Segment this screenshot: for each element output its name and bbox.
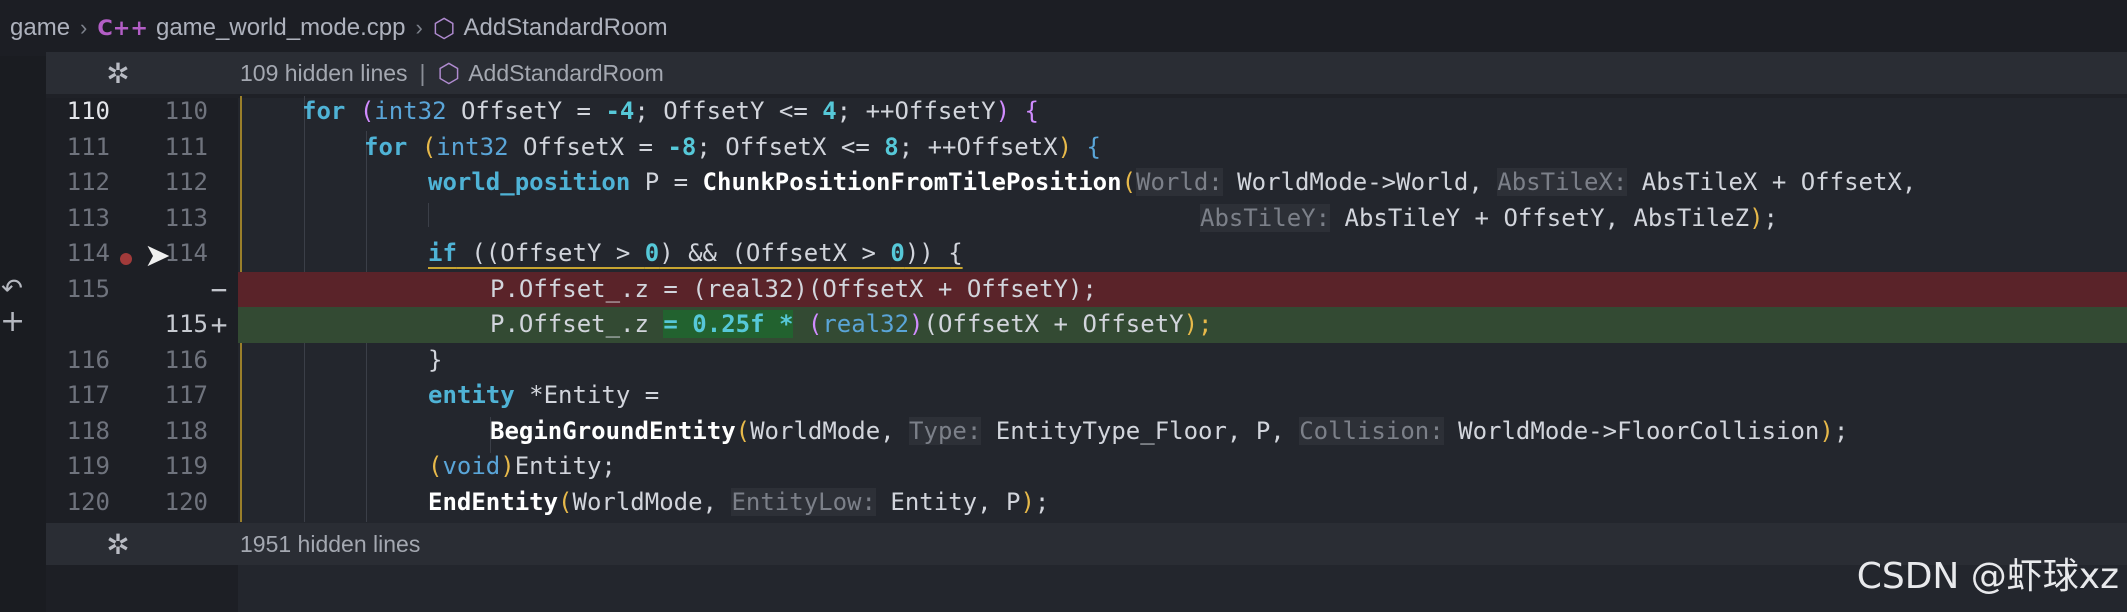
code-text[interactable]: for (int32 OffsetX = -8; OffsetX <= 8; +… [364,130,1101,166]
hidden-lines-label: 109 hidden lines [240,59,408,86]
unfold-icon[interactable]: ✲ [46,528,190,561]
code-line-114: 114 114 if ((OffsetY > 0) && (OffsetX > … [0,236,2127,272]
cpp-file-icon: C++ [97,16,148,40]
line-number-new: 115 [164,310,208,338]
unfold-icon[interactable]: ✲ [46,57,190,90]
code-text[interactable]: } [428,343,442,379]
line-number-new: 112 [164,168,208,196]
minus-icon: − [210,272,228,306]
cube-icon: ⬡ [437,57,461,88]
line-number-new: 117 [164,381,208,409]
code-text[interactable]: AbsTileY: AbsTileY + OffsetY, AbsTileZ); [1200,201,1778,237]
plus-icon: + [210,308,228,341]
line-number-new: 120 [164,487,208,516]
fold-symbol: AddStandardRoom [468,59,664,86]
line-number-old: 112 [66,168,110,196]
line-number-new: 116 [164,345,208,374]
code-text[interactable]: BeginGroundEntity(WorldMode, Type: Entit… [490,414,1848,450]
line-number-old: 111 [66,132,110,161]
line-number-old: 116 [66,345,110,374]
diff-removed-line: 115 − P.Offset_.z = (real32)(OffsetX + O… [0,271,2127,308]
plus-icon[interactable]: + [0,304,25,339]
line-number-new: 110 [164,97,208,125]
code-line-119: 119 119 (void)Entity; [0,449,2127,485]
mouse-cursor-icon: ➤ [144,236,171,274]
code-text[interactable]: EndEntity(WorldMode, EntityLow: Entity, … [428,485,1049,521]
chevron-right-icon: › [415,15,423,40]
fold-region-bottom[interactable]: ✲ 1951 hidden lines [46,523,2127,565]
code-text[interactable]: (void)Entity; [428,449,616,485]
cube-icon: ⬡ [432,12,456,43]
revert-icon[interactable]: ↶ [0,274,24,304]
line-number-old: 114 [66,239,110,267]
code-text[interactable]: for (int32 OffsetY = -4; OffsetY <= 4; +… [302,94,1039,130]
code-line-113: 113 113 AbsTileY: AbsTileY + OffsetY, Ab… [0,201,2127,237]
code-line-116: 116 116 } [0,343,2127,379]
breadcrumb-folder[interactable]: game [10,14,70,42]
fold-region-top[interactable]: ✲ 109 hidden lines | ⬡ AddStandardRoom [46,52,2127,94]
breadcrumb: game › C++ game_world_mode.cpp › ⬡ AddSt… [0,0,2127,56]
breadcrumb-symbol[interactable]: AddStandardRoom [464,14,668,42]
code-line-112: 112 112 world_position P = ChunkPosition… [0,165,2127,201]
code-text[interactable]: entity *Entity = [428,378,659,414]
code-line-118: 118 118 BeginGroundEntity(WorldMode, Typ… [0,414,2127,450]
hidden-lines-label: 1951 hidden lines [240,530,421,557]
breakpoint-icon[interactable] [120,253,132,265]
code-line-117: 117 117 entity *Entity = [0,378,2127,414]
watermark: CSDN @虾球xz [1856,556,2119,597]
line-number-new: 118 [164,416,208,445]
code-line-120: 120 120 EndEntity(WorldMode, EntityLow: … [0,485,2127,521]
chevron-right-icon: › [80,15,88,40]
diff-added-line: 115 + P.Offset_.z = 0.25f * (real32)(Off… [0,307,2127,343]
breadcrumb-file[interactable]: game_world_mode.cpp [156,14,405,42]
code-text[interactable]: P.Offset_.z = 0.25f * (real32)(OffsetX +… [490,307,1213,343]
line-number-old: 119 [66,452,110,480]
code-text[interactable]: if ((OffsetY > 0) && (OffsetX > 0)) { [428,236,963,272]
line-number-new: 111 [164,132,208,161]
line-number-new: 113 [164,203,208,232]
line-number-old: 118 [66,416,110,445]
line-number-old: 115 [66,274,110,303]
fold-separator: | [419,59,426,86]
line-number-old: 110 [66,97,110,125]
line-number-old: 120 [66,487,110,516]
line-number-new: 119 [164,452,208,480]
code-line-111: 111 111 for (int32 OffsetX = -8; OffsetX… [0,130,2127,166]
line-number-old: 113 [66,203,110,232]
line-number-old: 117 [66,381,110,409]
code-line-110: 110 110 for (int32 OffsetY = -4; OffsetY… [0,94,2127,130]
code-text[interactable]: P.Offset_.z = (real32)(OffsetX + OffsetY… [490,272,1097,308]
code-text[interactable]: world_position P = ChunkPositionFromTile… [428,165,1916,201]
